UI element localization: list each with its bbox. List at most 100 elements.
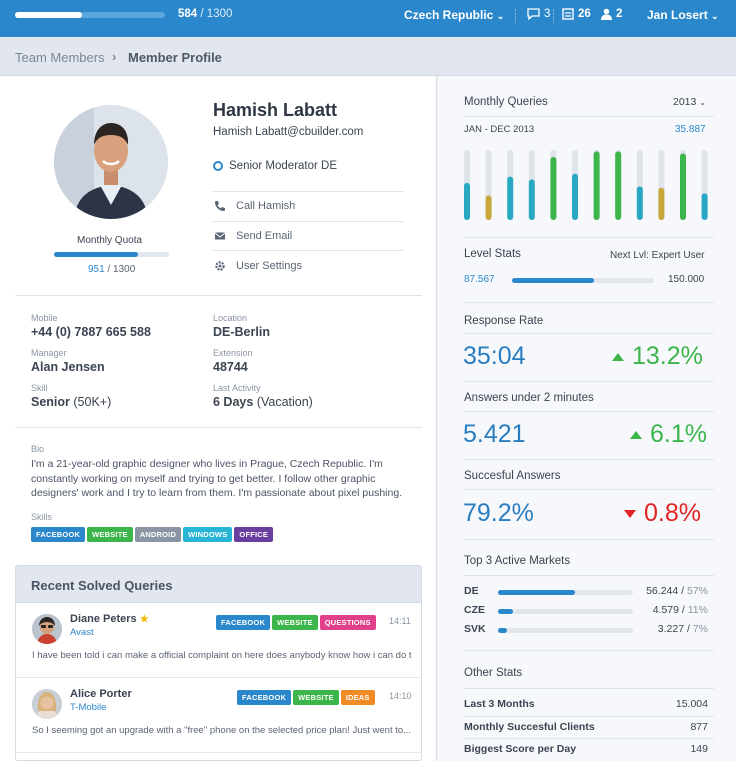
query-item[interactable]: Alice Porter T-Mobile FACEBOOK WEBSITE IDE… [16, 679, 421, 753]
users-indicator[interactable]: 2 [601, 8, 622, 20]
level-target: 150.000 [668, 274, 705, 285]
query-author-name[interactable]: Diane Peters ★ [70, 613, 149, 625]
monthly-quota-bar [54, 252, 169, 257]
answers-under-2-title: Answers under 2 minutes [464, 392, 594, 404]
query-author-company[interactable]: T-Mobile [70, 702, 106, 713]
query-tag[interactable]: WEBSITE [293, 690, 339, 705]
chevron-down-icon: ⌄ [711, 11, 719, 21]
country-selector[interactable]: Czech Republic ⌄ [404, 8, 504, 22]
bar-9[interactable] [636, 186, 643, 220]
profile-email[interactable]: Hamish Labatt@cbuilder.com [213, 126, 363, 138]
bar-8[interactable] [615, 151, 622, 220]
level-progress-bar [512, 278, 654, 283]
avatar [32, 689, 62, 719]
recent-queries-card: Recent Solved Queries Diane Peters ★ Ava… [15, 565, 422, 761]
send-email-button[interactable]: Send Email [214, 230, 292, 242]
skill-tag[interactable]: FACEBOOK [31, 527, 86, 542]
call-button[interactable]: Call Hamish [214, 200, 295, 212]
query-time: 14:11 [389, 616, 411, 626]
bar-12[interactable] [701, 193, 708, 220]
mobile-value: +44 (0) 7887 665 588 [31, 325, 151, 339]
query-text: I have been told i can make a official c… [32, 650, 412, 661]
query-tag[interactable]: WEBSITE [272, 615, 318, 630]
bio-label: Bio [31, 444, 45, 454]
monthly-queries-chart [464, 150, 708, 221]
skill-label: Skill [31, 383, 48, 393]
extension-value: 48744 [213, 360, 248, 374]
profile-avatar [54, 105, 168, 219]
location-label: Location [213, 313, 248, 323]
query-time: 14:10 [389, 691, 412, 701]
avatar [32, 614, 62, 644]
bar-10[interactable] [658, 187, 665, 220]
successful-answers-value: 79.2% [463, 499, 534, 527]
breadcrumb: Team Members › Member Profile [0, 37, 736, 76]
query-item[interactable]: Diane Peters ★ Avast FACEBOOK WEBSITE QUES… [16, 604, 421, 678]
skill-tag[interactable]: ANDROID [134, 527, 182, 542]
bar-1[interactable] [464, 182, 470, 220]
markets-title: Top 3 Active Markets [464, 555, 571, 567]
other-stats-title: Other Stats [464, 667, 523, 679]
monthly-quota-value: 951 / 1300 [88, 264, 136, 275]
query-tag[interactable]: FACEBOOK [237, 690, 292, 705]
user-settings-button[interactable]: User Settings [214, 260, 302, 272]
level-stats-title: Level Stats [464, 248, 521, 260]
skills-tags: FACEBOOK WEBSITE ANDROID WINDOWS OFFICE [31, 527, 275, 542]
quota-progress-bar [15, 12, 165, 18]
level-progress-fill [512, 278, 595, 283]
query-tags: FACEBOOK WEBSITE IDEAS [237, 690, 377, 705]
year-selector[interactable]: 2013 ⌄ [673, 96, 706, 108]
bar-7[interactable] [593, 151, 600, 220]
other-stat-row: Monthly Succesful Clients 877 [464, 721, 708, 733]
last-activity-value: 6 Days (Vacation) [213, 395, 313, 409]
arrow-up-icon [630, 430, 642, 439]
envelope-icon [214, 232, 226, 240]
user-menu[interactable]: Jan Losert ⌄ [647, 8, 719, 22]
market-row: SVK 3.227 / 7% [464, 623, 708, 635]
response-rate-change: 13.2% [612, 342, 703, 371]
bar-5[interactable] [550, 157, 557, 220]
breadcrumb-team-members[interactable]: Team Members [15, 50, 105, 65]
status-ring-icon [213, 161, 223, 171]
other-stat-row: Last 3 Months 15.004 [464, 698, 708, 710]
manager-label: Manager [31, 348, 67, 358]
arrow-up-icon [612, 352, 624, 361]
bar-11[interactable] [680, 153, 686, 221]
tasks-indicator[interactable]: 26 [562, 8, 591, 20]
breadcrumb-member-profile: Member Profile [128, 50, 222, 65]
bar-6[interactable] [572, 173, 578, 220]
level-current: 87.567 [464, 274, 495, 285]
recent-queries-title: Recent Solved Queries [16, 566, 421, 603]
skill-value: Senior (50K+) [31, 395, 112, 409]
successful-answers-change: 0.8% [624, 499, 701, 528]
query-tags: FACEBOOK WEBSITE QUESTIONS [216, 615, 378, 630]
monthly-quota-label: Monthly Quota [77, 235, 143, 246]
arrow-down-icon [624, 509, 636, 518]
query-tag[interactable]: QUESTIONS [319, 615, 376, 630]
query-tag[interactable]: IDEAS [340, 690, 375, 705]
skill-tag[interactable]: OFFICE [234, 527, 274, 542]
last-activity-label: Last Activity [213, 383, 261, 393]
quota-progress-fill [15, 12, 83, 18]
inbox-icon [562, 8, 574, 20]
gear-icon [215, 261, 225, 271]
query-author-name[interactable]: Alice Porter [70, 688, 132, 700]
query-text: So I seeming got an upgrade with a "free… [32, 725, 412, 736]
location-value: DE-Berlin [213, 325, 270, 339]
profile-name: Hamish Labatt [213, 100, 338, 120]
messages-indicator[interactable]: 3 [527, 8, 550, 20]
skill-tag[interactable]: WEBSITE [87, 527, 133, 542]
successful-answers-title: Succesful Answers [464, 470, 561, 482]
bar-4[interactable] [528, 179, 535, 220]
market-row: DE 56.244 / 57% [464, 585, 708, 597]
next-level-label: Next Lvl: Expert User [610, 250, 705, 261]
manager-value: Alan Jensen [31, 360, 105, 374]
bar-3[interactable] [507, 176, 514, 220]
other-stat-row: Biggest Score per Day 149 [464, 743, 708, 755]
chevron-down-icon: ⌄ [496, 11, 505, 21]
bar-2[interactable] [485, 195, 492, 221]
skill-tag[interactable]: WINDOWS [183, 527, 233, 542]
query-author-company[interactable]: Avast [70, 627, 94, 638]
quota-progress-text: 584 / 1300 [178, 8, 233, 20]
query-tag[interactable]: FACEBOOK [216, 615, 271, 630]
